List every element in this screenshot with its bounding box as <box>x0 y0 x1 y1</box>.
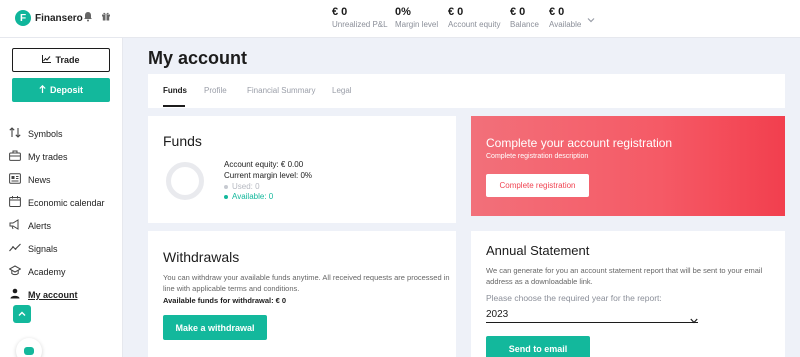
chat-button[interactable] <box>16 338 42 357</box>
sort-arrows-icon <box>8 127 21 140</box>
metric-label: Account equity <box>448 20 501 29</box>
used-legend-text: Used: 0 <box>232 182 260 191</box>
sidebar-item-news[interactable]: News <box>8 168 105 191</box>
sidebar-item-economic-calendar[interactable]: Economic calendar <box>8 191 105 214</box>
top-bar: F Finansero € 0 Unrealized P&L 0% Margin… <box>0 0 800 38</box>
year-select[interactable]: 2023 <box>486 307 698 324</box>
metric-label: Available <box>549 20 582 29</box>
sidebar-item-symbols[interactable]: Symbols <box>8 122 105 145</box>
available-legend: Available: 0 <box>224 192 273 201</box>
annual-statement-card: Annual Statement We can generate for you… <box>471 231 785 357</box>
sidebar-item-label: Symbols <box>28 128 63 139</box>
chevron-down-icon <box>690 311 698 324</box>
arrow-up-icon <box>39 84 46 95</box>
metric-label: Margin level <box>395 20 439 29</box>
metric-value: € 0 <box>510 6 526 18</box>
registration-title: Complete your account registration <box>486 136 673 150</box>
sidebar: Trade Deposit Symbols My trades News Eco… <box>0 38 123 357</box>
metric-value: € 0 <box>448 6 464 18</box>
chat-icon <box>24 347 34 355</box>
chart-line-icon <box>42 55 52 65</box>
briefcase-icon <box>8 150 21 163</box>
bell-icon[interactable] <box>82 11 94 23</box>
metric-available: € 0 Available <box>549 6 581 29</box>
graduation-cap-icon <box>7 265 22 278</box>
funds-title: Funds <box>163 133 202 149</box>
available-dot-icon <box>224 194 228 199</box>
funds-donut-chart <box>166 162 204 200</box>
trade-button[interactable]: Trade <box>12 48 110 72</box>
sidebar-nav: Symbols My trades News Economic calendar… <box>7 122 105 306</box>
news-icon <box>8 173 21 186</box>
metric-account-equity: € 0 Account equity <box>448 6 500 29</box>
deposit-button[interactable]: Deposit <box>12 78 110 102</box>
sidebar-item-label: Alerts <box>28 220 52 231</box>
chevron-up-icon <box>18 311 26 316</box>
metric-unrealized-pnl: € 0 Unrealized P&L <box>332 6 388 29</box>
metric-balance: € 0 Balance <box>510 6 539 29</box>
sidebar-item-my-account[interactable]: My account <box>8 283 105 306</box>
brand-name: Finansero <box>35 12 83 24</box>
active-tab-indicator <box>163 105 185 107</box>
sidebar-item-label: Academy <box>28 266 66 277</box>
logo-mark-icon: F <box>15 10 31 26</box>
available-for-withdrawal: Available funds for withdrawal: € 0 <box>163 296 287 305</box>
calendar-icon <box>8 196 21 209</box>
sidebar-item-label: My trades <box>28 151 68 162</box>
year-select-value: 2023 <box>486 309 509 320</box>
metric-label: Balance <box>510 20 539 29</box>
metric-value: € 0 <box>332 6 348 18</box>
withdrawals-description: You can withdraw your available funds an… <box>163 273 450 293</box>
used-dot-icon <box>224 184 228 189</box>
sidebar-item-academy[interactable]: Academy <box>7 260 105 283</box>
tab-profile[interactable]: Profile <box>204 86 227 95</box>
deposit-button-label: Deposit <box>49 85 83 95</box>
sidebar-item-label: Economic calendar <box>28 197 105 208</box>
account-equity-text: Account equity: € 0.00 <box>224 160 304 169</box>
account-tabs: Funds Profile Financial Summary Legal <box>148 74 785 108</box>
page-title: My account <box>148 48 248 68</box>
withdrawals-title: Withdrawals <box>163 249 240 265</box>
withdrawals-card: Withdrawals You can withdraw your availa… <box>148 231 456 357</box>
metric-label: Unrealized P&L <box>332 20 388 29</box>
user-icon <box>8 288 21 301</box>
margin-level-text: Current margin level: 0% <box>224 171 313 180</box>
used-legend: Used: 0 <box>224 182 260 191</box>
sidebar-item-my-trades[interactable]: My trades <box>8 145 105 168</box>
megaphone-icon <box>8 219 21 232</box>
trade-button-label: Trade <box>55 55 80 65</box>
send-to-email-button[interactable]: Send to email <box>486 336 590 357</box>
chevron-down-icon[interactable] <box>586 12 596 23</box>
tab-financial-summary[interactable]: Financial Summary <box>247 86 315 95</box>
sidebar-item-label: Signals <box>28 243 58 254</box>
metric-value: 0% <box>395 6 411 18</box>
gift-icon[interactable] <box>100 11 112 23</box>
make-withdrawal-button[interactable]: Make a withdrawal <box>163 315 267 340</box>
tab-funds[interactable]: Funds <box>163 86 187 95</box>
sidebar-item-signals[interactable]: Signals <box>8 237 105 260</box>
tab-legal[interactable]: Legal <box>332 86 352 95</box>
sidebar-item-label: News <box>28 174 51 185</box>
registration-description: Complete registration description <box>486 153 589 160</box>
sidebar-item-alerts[interactable]: Alerts <box>8 214 105 237</box>
brand-logo[interactable]: F Finansero <box>15 10 83 26</box>
metric-margin-level: 0% Margin level <box>395 6 438 29</box>
available-legend-text: Available: 0 <box>232 192 274 201</box>
metric-value: € 0 <box>549 6 565 18</box>
scroll-to-top-button[interactable] <box>13 305 31 323</box>
annual-statement-description: We can generate for you an account state… <box>486 266 763 286</box>
annual-statement-title: Annual Statement <box>486 243 590 258</box>
year-select-label: Please choose the required year for the … <box>486 293 662 303</box>
sidebar-item-label: My account <box>28 289 78 300</box>
funds-card: Funds Account equity: € 0.00 Current mar… <box>148 116 456 223</box>
complete-registration-button[interactable]: Complete registration <box>486 174 589 197</box>
signal-chart-icon <box>8 242 21 255</box>
registration-banner: Complete your account registration Compl… <box>471 116 785 216</box>
